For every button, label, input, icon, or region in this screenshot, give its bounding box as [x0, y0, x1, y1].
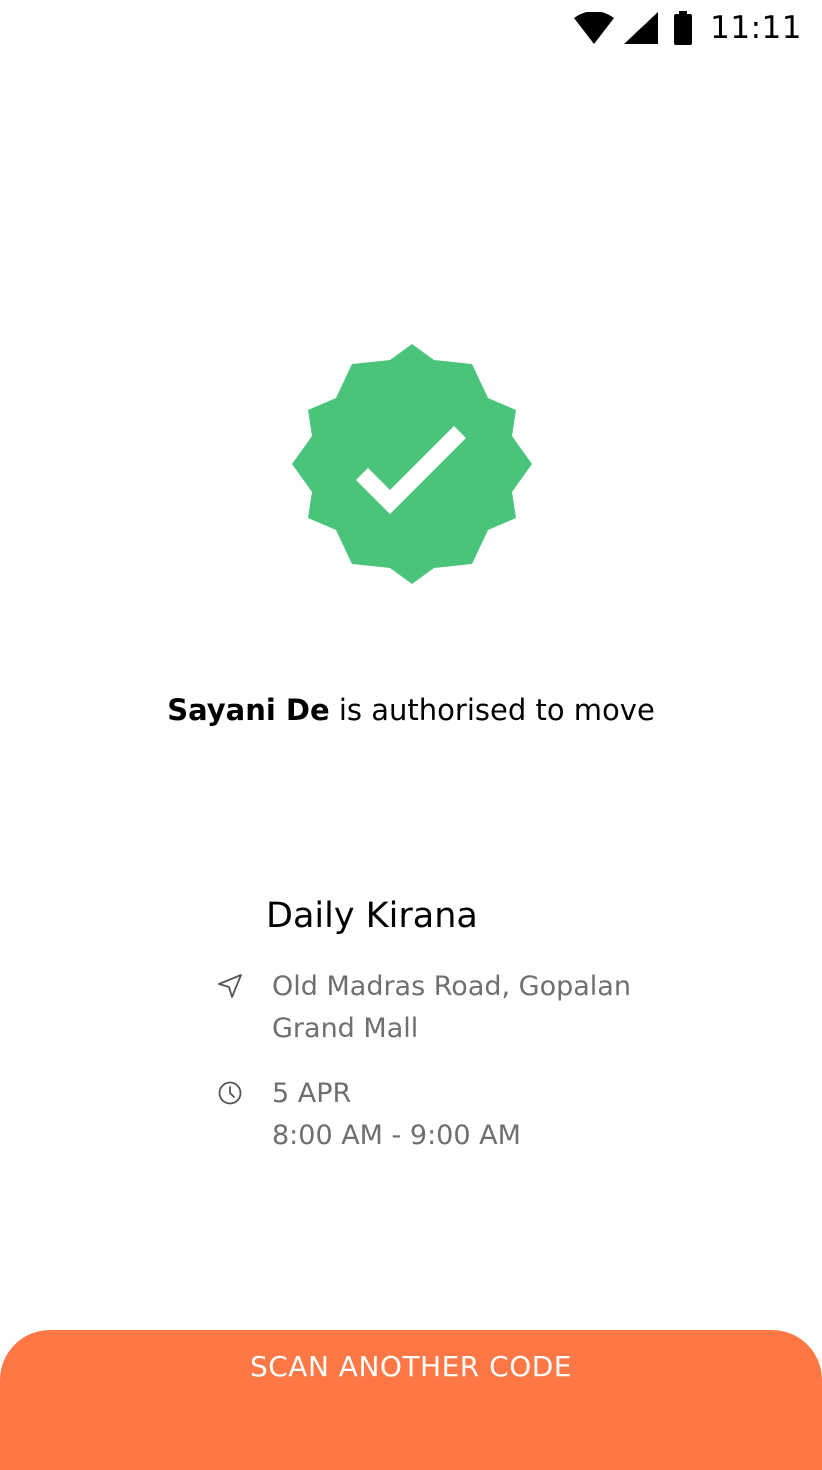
store-timing-row: 5 APR 8:00 AM - 9:00 AM [216, 1073, 776, 1157]
badge-shape [292, 344, 532, 584]
authorisation-message: Sayani De is authorised to move [0, 690, 822, 730]
status-icons: 11:11 [574, 9, 802, 47]
clock-icon [218, 1081, 242, 1105]
address-line-2: Grand Mall [272, 1013, 419, 1044]
battery-icon [674, 11, 693, 45]
slot-date: 5 APR [272, 1078, 352, 1109]
scan-another-code-button[interactable]: SCAN ANOTHER CODE [0, 1330, 822, 1470]
slot-time-window: 8:00 AM - 9:00 AM [272, 1120, 521, 1151]
store-address-row: Old Madras Road, Gopalan Grand Mall [216, 966, 776, 1050]
navigation-arrow-icon [218, 974, 242, 998]
wifi-icon [574, 12, 615, 44]
store-timing: 5 APR 8:00 AM - 9:00 AM [272, 1073, 521, 1157]
store-name: Daily Kirana [266, 896, 478, 936]
verified-badge-icon [292, 344, 532, 584]
address-line-1: Old Madras Road, Gopalan [272, 971, 631, 1002]
scan-button-label: SCAN ANOTHER CODE [249, 1349, 572, 1383]
store-address: Old Madras Road, Gopalan Grand Mall [272, 966, 631, 1050]
signal-icon [624, 12, 659, 44]
authorised-person-name: Sayani De [167, 693, 330, 727]
authorisation-text: is authorised to move [329, 693, 655, 727]
status-time: 11:11 [710, 10, 802, 46]
status-bar: 11:11 [0, 0, 822, 56]
